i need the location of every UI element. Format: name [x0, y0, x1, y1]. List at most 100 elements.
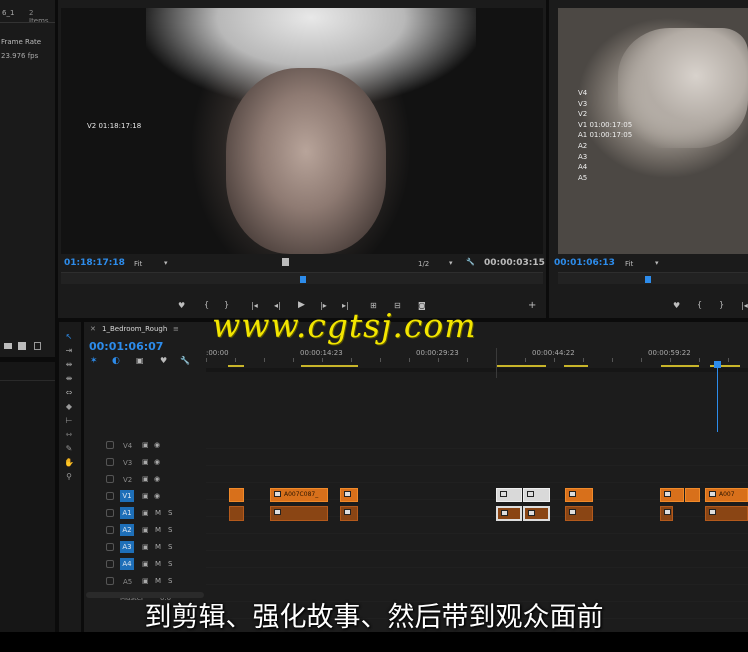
track-label-a5[interactable]: A5: [123, 578, 132, 586]
mute-icon[interactable]: M: [155, 526, 161, 534]
lock-icon[interactable]: [106, 441, 114, 449]
ripple-edit-icon[interactable]: ⇹: [64, 360, 74, 369]
video-clip[interactable]: [340, 488, 358, 502]
lock-icon[interactable]: [106, 577, 114, 585]
tab-menu-icon[interactable]: ≡: [173, 325, 179, 333]
toggle-sync-icon[interactable]: ▣: [142, 458, 149, 466]
audio-clip-selected[interactable]: [496, 506, 522, 521]
snap-icon[interactable]: ✶: [90, 356, 98, 366]
video-clip[interactable]: [685, 488, 700, 502]
program-playhead[interactable]: [645, 276, 651, 283]
audio-clip[interactable]: [229, 506, 244, 521]
solo-icon[interactable]: S: [168, 577, 172, 585]
lock-icon[interactable]: [106, 509, 114, 517]
wrench-icon[interactable]: 🔧: [180, 356, 190, 365]
toggle-sync-icon[interactable]: ▣: [142, 509, 149, 517]
track-label-v4[interactable]: V4: [123, 442, 132, 450]
source-resolution-select[interactable]: 1/2: [418, 260, 429, 268]
toggle-sync-icon[interactable]: ▣: [142, 441, 149, 449]
solo-icon[interactable]: S: [168, 526, 172, 534]
video-clip[interactable]: A007: [705, 488, 748, 502]
track-label-a4[interactable]: A4: [120, 558, 134, 570]
source-playhead[interactable]: [300, 276, 306, 283]
lock-icon[interactable]: [106, 492, 114, 500]
toggle-sync-icon[interactable]: ▣: [142, 475, 149, 483]
lock-icon[interactable]: [106, 475, 114, 483]
audio-clip[interactable]: [565, 506, 593, 521]
track-select-icon[interactable]: ⇥: [64, 346, 74, 355]
linked-selection-icon[interactable]: ◐: [112, 356, 120, 366]
mute-icon[interactable]: M: [155, 543, 161, 551]
settings-icon[interactable]: [282, 258, 289, 266]
time-ruler[interactable]: :00:00 00:00:14:23 00:00:29:23 00:00:44:…: [206, 346, 748, 368]
solo-icon[interactable]: S: [168, 543, 172, 551]
hand-icon[interactable]: ✋: [64, 458, 74, 467]
video-clip-selected[interactable]: [496, 488, 522, 502]
lock-icon[interactable]: [106, 458, 114, 466]
chevron-down-icon[interactable]: ▾: [449, 259, 453, 267]
audio-clip-selected[interactable]: [523, 506, 550, 521]
slip-icon[interactable]: ⊢: [64, 416, 74, 425]
video-clip-selected[interactable]: [523, 488, 550, 502]
eye-icon[interactable]: ◉: [154, 492, 160, 500]
video-clip[interactable]: [565, 488, 593, 502]
timeline-timecode[interactable]: 00:01:06:07: [89, 340, 163, 353]
track-label-a1[interactable]: A1: [120, 507, 134, 519]
mute-icon[interactable]: M: [155, 509, 161, 517]
pen-icon[interactable]: ✎: [64, 444, 74, 453]
source-fit-select[interactable]: Fit: [134, 260, 142, 268]
eye-icon[interactable]: ◉: [154, 458, 160, 466]
toggle-sync-icon[interactable]: ▣: [142, 526, 149, 534]
audio-clip[interactable]: [705, 506, 748, 521]
add-button-icon[interactable]: +: [528, 300, 536, 311]
track-label-v2[interactable]: V2: [123, 476, 132, 484]
marker-icon[interactable]: ♥: [160, 356, 167, 365]
lock-icon[interactable]: [106, 560, 114, 568]
new-bin-icon[interactable]: [4, 343, 12, 349]
audio-clip[interactable]: [660, 506, 673, 521]
chevron-down-icon[interactable]: ▾: [655, 259, 659, 267]
solo-icon[interactable]: S: [168, 560, 172, 568]
toggle-sync-icon[interactable]: ▣: [142, 543, 149, 551]
program-timecode[interactable]: 00:01:06:13: [554, 258, 615, 268]
track-label-a2[interactable]: A2: [120, 524, 134, 536]
audio-clip[interactable]: [340, 506, 358, 521]
mark-out-icon[interactable]: }: [719, 300, 724, 309]
close-icon[interactable]: ✕: [90, 325, 96, 333]
go-to-in-icon[interactable]: |◂: [741, 301, 748, 310]
razor-icon[interactable]: ◆: [64, 402, 74, 411]
track-label-a3[interactable]: A3: [120, 541, 134, 553]
eye-icon[interactable]: ◉: [154, 441, 160, 449]
source-timecode[interactable]: 01:18:17:18: [64, 258, 125, 268]
chevron-down-icon[interactable]: ▾: [164, 259, 168, 267]
mark-in-icon[interactable]: {: [204, 300, 209, 309]
lock-icon[interactable]: [106, 526, 114, 534]
video-clip[interactable]: A007C087_: [270, 488, 328, 502]
toggle-sync-icon[interactable]: ▣: [142, 492, 149, 500]
video-clip[interactable]: [660, 488, 684, 502]
sequence-tab[interactable]: 1_Bedroom_Rough: [102, 325, 167, 333]
wrench-icon[interactable]: 🔧: [466, 258, 475, 266]
lock-icon[interactable]: [106, 543, 114, 551]
program-fit-select[interactable]: Fit: [625, 260, 633, 268]
trash-icon[interactable]: [34, 342, 41, 350]
track-label-v3[interactable]: V3: [123, 459, 132, 467]
slide-icon[interactable]: ⇿: [64, 430, 74, 439]
mute-icon[interactable]: M: [155, 577, 161, 585]
mark-in-icon[interactable]: {: [697, 300, 702, 309]
add-marker-icon[interactable]: ♥: [673, 301, 680, 310]
track-label-v1[interactable]: V1: [120, 490, 134, 502]
audio-clip[interactable]: [270, 506, 328, 521]
toggle-sync-icon[interactable]: ▣: [142, 560, 149, 568]
selection-tool-icon[interactable]: ↖: [64, 332, 74, 341]
program-scrubber[interactable]: [558, 272, 748, 284]
mute-icon[interactable]: M: [155, 560, 161, 568]
project-tab-label[interactable]: 6_1: [2, 9, 14, 17]
new-item-icon[interactable]: [18, 342, 26, 350]
add-marker-icon[interactable]: ♥: [178, 301, 185, 310]
zoom-icon[interactable]: ⚲: [64, 472, 74, 481]
add-marker-timeline-icon[interactable]: ▣: [136, 356, 144, 365]
rate-stretch-icon[interactable]: ⇔: [64, 388, 74, 397]
video-clip[interactable]: [229, 488, 244, 502]
rolling-edit-icon[interactable]: ⇼: [64, 374, 74, 383]
